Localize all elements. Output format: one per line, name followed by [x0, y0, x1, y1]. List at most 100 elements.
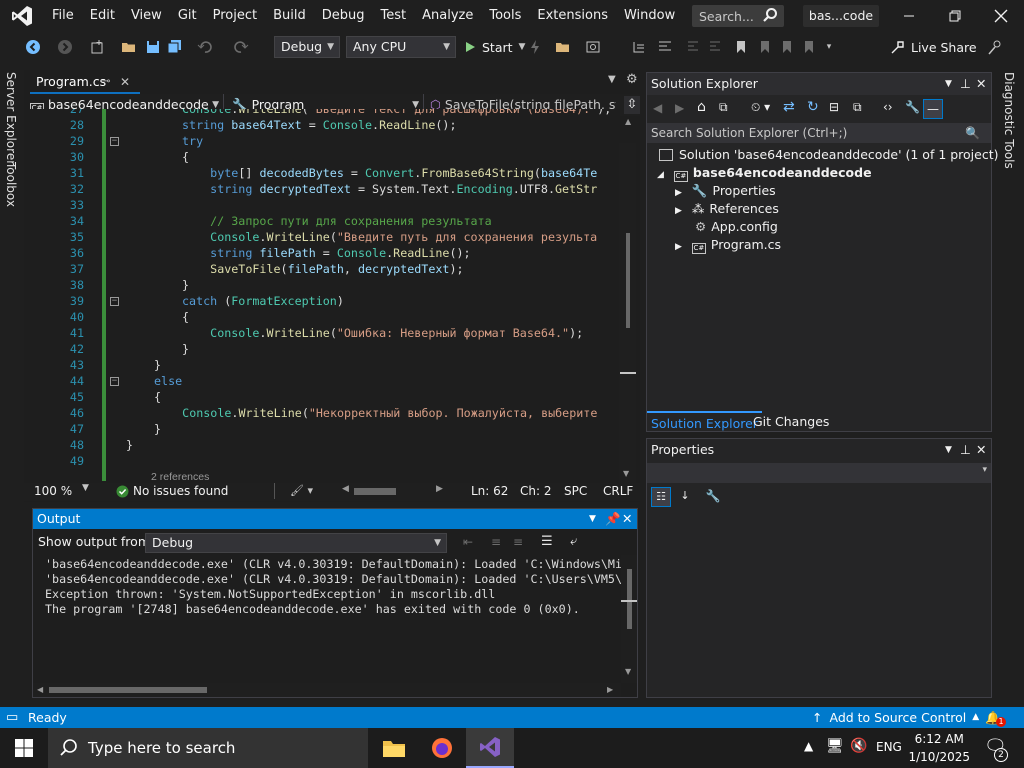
solution-node[interactable]: Solution 'base64encodeanddecode' (1 of 1… [659, 146, 999, 164]
code-line[interactable]: 27 Console.WriteLine("Введите текст для р… [24, 109, 620, 117]
collapse-all-icon[interactable]: ⊟ [829, 100, 839, 114]
scroll-left-icon[interactable]: ◀ [342, 484, 349, 494]
live-share-button[interactable]: Live Share [890, 38, 977, 56]
menu-item-window[interactable]: Window [616, 0, 683, 32]
code-line[interactable]: 32 string decryptedText = System.Text.En… [24, 181, 620, 197]
scrollbar-thumb[interactable] [626, 233, 630, 328]
clear-all-icon[interactable]: ☰ [541, 534, 553, 549]
editor-vertical-scrollbar[interactable]: ▼ [619, 143, 636, 483]
toolbox-tab[interactable]: Toolbox [4, 162, 18, 207]
close-tab-icon[interactable]: ✕ [120, 72, 130, 92]
whitespace-mode[interactable]: SPC [564, 484, 587, 498]
code-line[interactable]: 38} [24, 277, 620, 293]
server-explorer-tab[interactable]: Server Explorer [4, 72, 18, 165]
zoom-level[interactable]: 100 % [34, 484, 72, 498]
open-folder-icon[interactable] [120, 38, 138, 56]
feedback-icon[interactable] [986, 38, 1004, 56]
window-position-dropdown-icon[interactable]: ▼ [589, 509, 596, 529]
file-explorer-app-icon[interactable] [370, 728, 418, 768]
scrollbar-thumb[interactable] [49, 687, 207, 693]
alphabetical-icon[interactable]: ↓ [675, 487, 695, 507]
code-line[interactable]: 45 { [24, 389, 620, 405]
code-line[interactable]: 36 string filePath = Console.ReadLine(); [24, 245, 620, 261]
horizontal-scroll-thumb[interactable] [354, 488, 396, 495]
solution-platform-dropdown[interactable]: Any CPU ▼ [346, 36, 456, 58]
comment-out-icon[interactable] [684, 38, 702, 56]
chevron-down-icon[interactable]: ▼ [82, 483, 89, 493]
pin-icon[interactable]: ⊥ [960, 73, 971, 95]
browse-folder-icon[interactable] [554, 38, 572, 56]
sync-icon[interactable]: ⇄ [783, 99, 795, 115]
code-line[interactable]: 46 Console.WriteLine("Некорректный выбор… [24, 405, 620, 421]
home-icon[interactable]: ⌂ [697, 99, 706, 115]
fold-toggle-icon[interactable]: − [110, 377, 119, 386]
code-line[interactable]: 42} [24, 341, 620, 357]
visual-studio-app-icon[interactable] [466, 728, 514, 768]
view-code-icon[interactable]: ‹› [883, 100, 893, 114]
menu-item-view[interactable]: View [123, 0, 170, 32]
solution-configuration-dropdown[interactable]: Debug ▼ [274, 36, 340, 58]
show-all-files-icon[interactable]: ⧉ [853, 100, 862, 115]
network-icon[interactable]: 🖥 [826, 738, 844, 754]
bookmark-icon[interactable] [732, 38, 750, 56]
pin-icon[interactable]: ⊥ [960, 439, 971, 461]
menu-item-tools[interactable]: Tools [481, 0, 529, 32]
tree-item-properties[interactable]: ▶ 🔧 Properties [675, 182, 776, 200]
menu-item-debug[interactable]: Debug [314, 0, 373, 32]
code-line[interactable]: 33 [24, 197, 620, 213]
fold-toggle-icon[interactable]: − [110, 137, 119, 146]
output-text-area[interactable]: 'base64encodeanddecode.exe' (CLR v4.0.30… [33, 555, 623, 675]
categorized-icon[interactable]: ☷ [651, 487, 671, 507]
forward-navigation-icon[interactable] [56, 38, 74, 56]
pin-icon[interactable]: 📌 [605, 509, 621, 529]
scroll-down-icon[interactable]: ▼ [625, 667, 631, 676]
forward-icon[interactable]: ▶ [675, 101, 684, 115]
close-button[interactable] [978, 0, 1024, 32]
menu-item-file[interactable]: File [44, 0, 82, 32]
project-node[interactable]: ◢ C# base64encodeanddecode [657, 164, 872, 182]
switch-views-icon[interactable]: ⧉ [719, 100, 728, 115]
output-source-dropdown[interactable]: Debug ▼ [145, 533, 447, 553]
line-ending[interactable]: CRLF [603, 484, 633, 498]
tree-item-program-cs[interactable]: ▶ C# Program.cs [675, 236, 781, 254]
code-editor[interactable]: 27 Console.WriteLine("Введите текст для р… [24, 109, 620, 481]
code-line[interactable]: 48} [24, 437, 620, 453]
properties-wrench-icon[interactable]: 🔧 [905, 100, 920, 114]
taskbar-clock[interactable]: 6:12 AM 1/10/2025 [908, 730, 970, 766]
close-panel-icon[interactable]: ✕ [976, 73, 986, 95]
back-navigation-icon[interactable] [24, 38, 42, 56]
code-line[interactable]: 37 SaveToFile(filePath, decryptedText); [24, 261, 620, 277]
menu-item-analyze[interactable]: Analyze [414, 0, 481, 32]
find-message-icon[interactable]: ⇤ [463, 535, 473, 549]
undo-icon[interactable] [196, 38, 214, 56]
language-indicator[interactable]: ENG [876, 740, 902, 754]
pending-changes-filter-icon[interactable]: ⏲ ▾ [751, 100, 770, 115]
taskbar-search-box[interactable]: Type here to search [48, 728, 368, 768]
close-panel-icon[interactable]: ✕ [622, 509, 632, 529]
restore-button[interactable] [932, 0, 978, 32]
fold-toggle-icon[interactable]: − [110, 297, 119, 306]
menu-item-git[interactable]: Git [170, 0, 205, 32]
code-line[interactable]: 41 Console.WriteLine("Ошибка: Неверный ф… [24, 325, 620, 341]
scroll-right-icon[interactable]: ▶ [607, 685, 613, 694]
tree-item-app-config[interactable]: ⚙ App.config [695, 218, 778, 236]
output-vertical-scrollbar[interactable]: ▼ [621, 555, 637, 683]
tab-program-cs[interactable]: Program.cs ⊸ ✕ [30, 72, 140, 94]
menu-item-project[interactable]: Project [205, 0, 265, 32]
refresh-icon[interactable]: ↻ [807, 99, 819, 115]
diagnostic-tools-tab[interactable]: Diagnostic Tools [1002, 72, 1016, 169]
scrollbar-thumb[interactable] [627, 569, 632, 629]
code-cleanup-icon[interactable]: 🖌 ▾ [290, 484, 313, 497]
scroll-right-icon[interactable]: ▶ [436, 484, 443, 494]
cursor-column[interactable]: Ch: 2 [520, 484, 551, 498]
start-debugging-button[interactable]: Start ▼ [464, 38, 525, 56]
code-line[interactable]: 34 // Запрос пути для сохранения результ… [24, 213, 620, 229]
tree-item-references[interactable]: ▶ ⁂ References [675, 200, 779, 218]
pin-icon[interactable]: ⊸ [102, 72, 110, 92]
code-line[interactable]: 49 [24, 453, 620, 469]
new-project-icon[interactable] [88, 38, 106, 56]
solution-search-input[interactable]: Search Solution Explorer (Ctrl+;) 🔍 [647, 123, 991, 143]
output-horizontal-scrollbar[interactable]: ◀ ▶ [33, 683, 621, 697]
scroll-down-icon[interactable]: ▼ [623, 469, 629, 478]
prev-bookmark-icon[interactable] [756, 38, 774, 56]
